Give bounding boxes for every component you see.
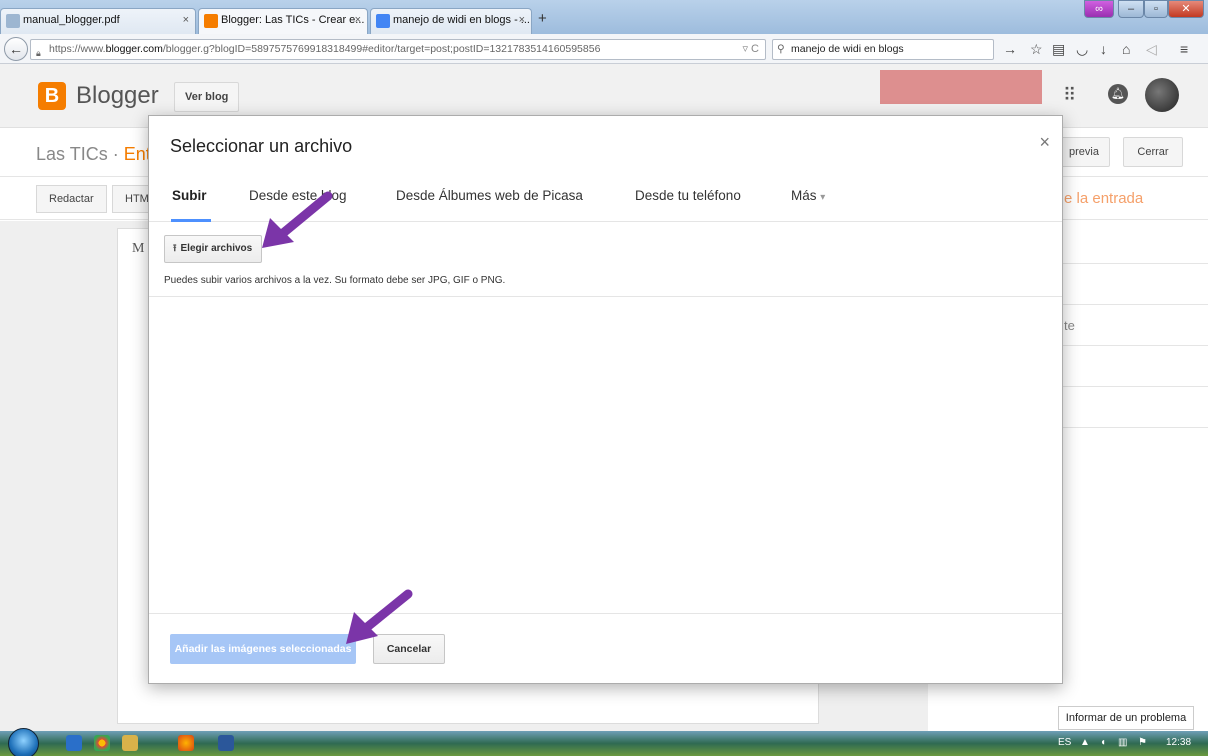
pdf-favicon-icon	[6, 14, 20, 28]
close-tab-icon[interactable]: ×	[519, 14, 525, 26]
browser-tab-bar: manual_blogger.pdf × Blogger: Las TICs -…	[0, 0, 1208, 34]
site-title: Las TICs · Ent	[36, 144, 151, 165]
pocket-icon[interactable]: ◡	[1076, 42, 1088, 56]
firefox-icon[interactable]	[178, 735, 194, 751]
hamburger-menu-icon[interactable]: ≡	[1180, 42, 1188, 56]
minimize-icon[interactable]: –	[1118, 0, 1144, 18]
active-tab-indicator	[171, 219, 211, 222]
tab-upload[interactable]: Subir	[172, 188, 207, 203]
upload-icon: ⭱	[173, 243, 177, 254]
search-icon: ⚲	[777, 43, 785, 55]
tab-title: manejo de widi en blogs - ...	[393, 14, 530, 26]
clock[interactable]: 12:38	[1166, 737, 1191, 748]
word-icon[interactable]	[218, 735, 234, 751]
redacted-area	[880, 70, 1042, 104]
browser-tab-google[interactable]: manejo de widi en blogs - ... ×	[370, 8, 532, 34]
tab-from-this-blog[interactable]: Desde este blog	[249, 188, 347, 203]
chrome-icon[interactable]	[94, 735, 110, 751]
back-arrow-icon[interactable]: ←	[4, 37, 28, 61]
close-tab-icon[interactable]: ×	[355, 14, 361, 26]
browser-nav-bar: ← 🔒︎ https://www.blogger.com/blogger.g?b…	[0, 34, 1208, 64]
action-center-icon[interactable]: ⚑	[1138, 737, 1147, 748]
tab-picasa-albums[interactable]: Desde Álbumes web de Picasa	[396, 188, 583, 203]
lock-icon: 🔒︎	[36, 48, 41, 58]
tab-title: Blogger: Las TICs - Crear e...	[221, 14, 365, 26]
apps-grid-icon[interactable]: ⠿	[1063, 85, 1076, 106]
chevron-down-icon: ▾	[820, 192, 826, 203]
dialog-title: Seleccionar un archivo	[170, 136, 353, 156]
editor-text: M	[132, 241, 145, 256]
blogger-brand[interactable]: Blogger	[76, 82, 159, 110]
search-input[interactable]: ⚲ manejo de widi en blogs	[772, 39, 994, 60]
divider	[149, 613, 1062, 614]
preview-button[interactable]: previa	[1058, 137, 1110, 167]
divider	[149, 296, 1062, 297]
windows-taskbar: ES ▲ ◖ ▥ ⚑ 12:38	[0, 728, 1208, 756]
dialog-tabs: Subir Desde este blog Desde Álbumes web …	[149, 172, 1062, 222]
choose-files-label: Elegir archivos	[180, 243, 253, 254]
select-file-dialog: Seleccionar un archivo × Subir Desde est…	[148, 115, 1063, 684]
post-settings-title: e la entrada	[1064, 190, 1144, 207]
browser-tab-blogger[interactable]: Blogger: Las TICs - Crear e... ×	[198, 8, 368, 34]
close-icon[interactable]: ×	[1039, 132, 1050, 153]
google-favicon-icon	[376, 14, 390, 28]
url-rest: /blogger.g?blogID=5897575769918318499#ed…	[162, 43, 601, 55]
site-title-text: Las TICs ·	[36, 144, 124, 164]
browser-tab-pdf[interactable]: manual_blogger.pdf ×	[0, 8, 196, 34]
tab-more-label: Más	[791, 188, 817, 203]
avatar[interactable]	[1145, 78, 1179, 112]
blogger-logo-icon[interactable]: B	[38, 82, 66, 110]
notifications-icon[interactable]: 🔔︎	[1108, 84, 1128, 104]
firefox-menu-icon[interactable]: ∞	[1084, 0, 1114, 18]
search-go-icon[interactable]: →	[1003, 42, 1017, 56]
view-blog-button[interactable]: Ver blog	[174, 82, 240, 112]
url-prefix: https://www.	[49, 43, 106, 55]
window-close-icon[interactable]: ✕	[1168, 0, 1204, 18]
add-selected-images-button[interactable]: Añadir las imágenes seleccionadas	[170, 634, 356, 664]
search-value: manejo de widi en blogs	[791, 43, 904, 55]
network-icon[interactable]: ▥	[1118, 737, 1127, 748]
report-problem-button[interactable]: Informar de un problema	[1058, 706, 1194, 730]
download-icon[interactable]: ↓	[1100, 42, 1107, 56]
bookmark-star-icon[interactable]: ☆	[1030, 42, 1043, 56]
tab-title: manual_blogger.pdf	[23, 14, 120, 26]
home-icon[interactable]: ⌂	[1122, 42, 1130, 56]
bookmarks-list-icon[interactable]: ▤	[1052, 42, 1065, 56]
media-player-icon[interactable]	[66, 735, 82, 751]
folder-icon[interactable]	[122, 735, 138, 751]
blogger-favicon-icon	[204, 14, 218, 28]
close-post-button[interactable]: Cerrar	[1123, 137, 1183, 167]
share-icon[interactable]: ◁	[1146, 42, 1157, 56]
upload-hint: Puedes subir varios archivos a la vez. S…	[164, 275, 506, 286]
url-bar[interactable]: 🔒︎ https://www.blogger.com/blogger.g?blo…	[30, 39, 766, 60]
volume-icon[interactable]: ◖	[1100, 737, 1106, 748]
compose-tab[interactable]: Redactar	[36, 185, 107, 213]
tray-expand-icon[interactable]: ▲	[1080, 737, 1090, 748]
maximize-icon[interactable]: ▫	[1144, 0, 1168, 18]
reload-icon[interactable]: ▿ C	[742, 40, 759, 59]
tab-more[interactable]: Más ▾	[791, 188, 825, 203]
url-host: blogger.com	[105, 43, 163, 55]
start-button-icon[interactable]	[8, 728, 39, 756]
choose-files-button[interactable]: ⭱ Elegir archivos	[164, 235, 263, 263]
language-indicator[interactable]: ES	[1058, 737, 1071, 748]
new-tab-button[interactable]: +	[538, 10, 547, 27]
cancel-button[interactable]: Cancelar	[373, 634, 445, 664]
sidebar-item-label[interactable]: te	[1064, 318, 1075, 333]
tab-from-phone[interactable]: Desde tu teléfono	[635, 188, 741, 203]
close-tab-icon[interactable]: ×	[183, 14, 189, 26]
site-title-accent: Ent	[123, 144, 151, 164]
